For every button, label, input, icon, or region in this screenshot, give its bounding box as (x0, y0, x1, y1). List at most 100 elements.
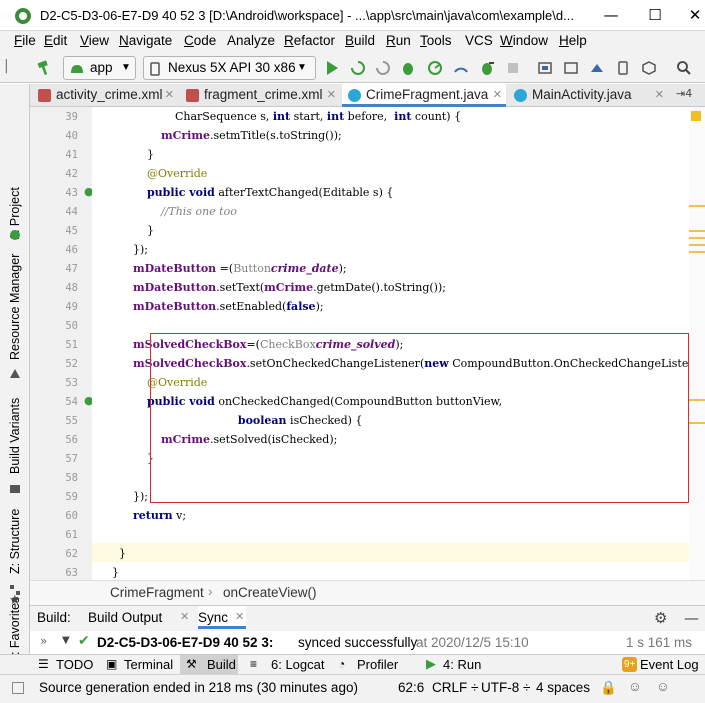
stop-icon[interactable] (505, 60, 521, 76)
panel-toggle-icon[interactable] (12, 682, 24, 694)
close-tab-icon[interactable]: ✕ (655, 84, 664, 106)
sdk-manager-icon[interactable] (589, 60, 605, 76)
android-icon (10, 230, 20, 240)
menu-navigate[interactable]: Navigate (119, 33, 172, 48)
tab-build-output[interactable]: Build Output (88, 610, 162, 625)
maximize-button[interactable]: ☐ (640, 4, 670, 26)
expand-icon[interactable]: » (40, 634, 47, 648)
breadcrumb: CrimeFragment › onCreateView() (30, 580, 705, 605)
scroll-marker[interactable] (689, 237, 705, 239)
event-log-tool-button[interactable]: Event Log (640, 657, 699, 672)
profiler-tool-button[interactable]: Profiler (357, 657, 398, 672)
xml-file-icon (186, 89, 199, 102)
logcat-icon: ≡ (250, 657, 258, 671)
menu-code[interactable]: Code (184, 33, 216, 48)
menu-file[interactable]: File (14, 33, 36, 48)
menu-tools[interactable]: Tools (420, 33, 452, 48)
build-tool-button[interactable]: Build (207, 657, 236, 672)
close-tab-icon[interactable]: ✕ (493, 84, 502, 106)
scroll-marker[interactable] (689, 205, 705, 207)
resource-manager-tool-button[interactable]: Resource Manager (8, 254, 22, 360)
line-number: 51 (65, 339, 78, 351)
sync-result-row[interactable]: » ▼ ✔ D2-C5-D3-06-E7-D9 40 52 3: synced … (30, 631, 705, 654)
line-number: 52 (65, 358, 78, 370)
tab-overflow-button[interactable]: ⇥4 (676, 87, 692, 100)
structure-tool-button[interactable]: Z: Structure (8, 509, 22, 574)
sync-project-name: D2-C5-D3-06-E7-D9 40 52 3: (97, 635, 274, 650)
attach-debugger-icon[interactable] (453, 60, 469, 76)
tab-main-activity-java[interactable]: MainActivity.java ✕ (508, 84, 668, 107)
run-icon[interactable] (324, 60, 340, 76)
lock-icon[interactable]: 🔒 (600, 680, 617, 696)
event-count-badge: 9+ (622, 657, 638, 672)
menu-view[interactable]: View (80, 33, 109, 48)
build-variants-tool-button[interactable]: Build Variants (8, 398, 22, 474)
profile-icon[interactable] (427, 60, 443, 76)
toolbar-overflow-icon[interactable]: | (4, 58, 14, 74)
logcat-tool-button[interactable]: 6: Logcat (271, 657, 325, 672)
todo-tool-button[interactable]: TODO (56, 657, 93, 672)
line-number: 62 (65, 548, 78, 560)
list-icon: ☰ (38, 657, 49, 671)
menu-window[interactable]: Window (500, 33, 548, 48)
line-number: 50 (65, 320, 78, 332)
line-separator[interactable]: CRLF ÷ (432, 680, 478, 695)
debug-icon[interactable] (400, 60, 416, 76)
scroll-marker[interactable] (689, 422, 705, 424)
run-tool-button[interactable]: 4: Run (443, 657, 481, 672)
breadcrumb-method[interactable]: onCreateView() (223, 585, 317, 600)
notifications-icon[interactable]: ☺ (656, 679, 670, 694)
warning-indicator-icon[interactable] (691, 111, 701, 121)
menu-vcs[interactable]: VCS (465, 33, 493, 48)
tab-sync[interactable]: Sync (198, 610, 228, 625)
scroll-marker[interactable] (689, 399, 705, 401)
scroll-marker[interactable] (689, 251, 705, 253)
close-tab-icon[interactable]: ✕ (327, 84, 336, 106)
menu-help[interactable]: Help (559, 33, 587, 48)
menu-refactor[interactable]: Refactor (284, 33, 335, 48)
close-tab-icon[interactable]: ✕ (180, 610, 189, 623)
tab-activity-crime-xml[interactable]: activity_crime.xml ✕ (32, 84, 178, 107)
scroll-marker[interactable] (689, 230, 705, 232)
java-class-icon (514, 89, 527, 102)
file-encoding[interactable]: UTF-8 ÷ (481, 680, 530, 695)
line-number: 47 (65, 263, 78, 275)
gradle-icon[interactable] (641, 60, 657, 76)
indent-setting[interactable]: 4 spaces (536, 680, 590, 695)
run-config-select[interactable]: app ▼ (63, 56, 136, 80)
menu-run[interactable]: Run (386, 33, 411, 48)
hammer-icon[interactable] (36, 60, 52, 76)
menu-edit[interactable]: Edit (44, 33, 67, 48)
inspector-icon[interactable]: ☺ (628, 679, 642, 694)
android-studio-icon (15, 8, 31, 24)
hide-panel-icon[interactable]: — (684, 609, 699, 627)
terminal-tool-button[interactable]: Terminal (124, 657, 173, 672)
device-manager-icon[interactable] (615, 60, 631, 76)
search-icon[interactable] (676, 60, 692, 76)
avd-manager-icon[interactable] (563, 60, 579, 76)
tab-fragment-crime-xml[interactable]: fragment_crime.xml ✕ (180, 84, 340, 107)
menu-build[interactable]: Build (345, 33, 375, 48)
attach-process-icon[interactable] (479, 60, 495, 76)
breadcrumb-class[interactable]: CrimeFragment (110, 585, 204, 600)
apply-changes-icon[interactable] (350, 60, 366, 76)
editor-scrollbar[interactable] (689, 107, 705, 580)
sync-project-icon[interactable] (537, 60, 553, 76)
minimize-button[interactable]: — (596, 4, 626, 26)
close-tab-icon[interactable]: ✕ (235, 610, 244, 623)
line-number: 53 (65, 377, 78, 389)
gear-icon[interactable]: ⚙ (654, 609, 667, 627)
menu-analyze[interactable]: Analyze (227, 33, 275, 48)
device-select[interactable]: Nexus 5X API 30 x86 ▼ (143, 56, 316, 80)
chevron-down-icon[interactable]: ▼ (62, 635, 70, 646)
apply-code-changes-icon[interactable] (375, 60, 391, 76)
code-line-48: mDateButton.setText(mCrime.getmDate().to… (132, 281, 446, 294)
scroll-marker[interactable] (689, 244, 705, 246)
close-button[interactable]: ✕ (680, 4, 705, 26)
close-tab-icon[interactable]: ✕ (165, 84, 174, 106)
line-number: 58 (65, 472, 78, 484)
star-icon: ★ (9, 593, 21, 608)
line-number: 63 (65, 567, 78, 579)
caret-position[interactable]: 62:6 (398, 680, 424, 695)
tab-crime-fragment-java[interactable]: CrimeFragment.java ✕ (342, 84, 506, 107)
